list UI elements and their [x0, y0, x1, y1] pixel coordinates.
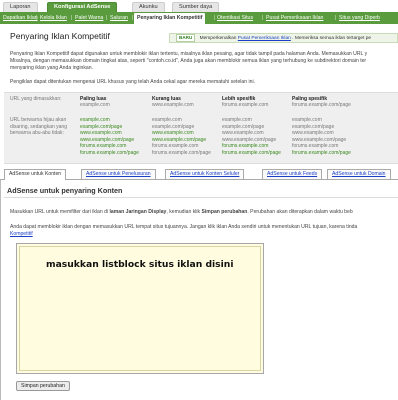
row-label-line: berwarna abu-abu tidak:: [10, 130, 64, 137]
subnav-otentikasi-situs[interactable]: Otentikasi Situs: [217, 12, 253, 24]
warning-line: Anda dapat memblokir iklan dengan memasu…: [10, 224, 358, 230]
example-url: forums.example.com/page: [152, 150, 211, 156]
tab-akunku[interactable]: Akunku: [132, 2, 165, 12]
save-changes-button[interactable]: Simpan perubahan: [16, 381, 70, 391]
example-url: example.com/page: [292, 123, 335, 130]
tab-adsense-konten[interactable]: AdSense untuk Konten: [4, 169, 67, 180]
example-url: www.example.com/page: [152, 136, 207, 143]
instruction-text: Masukkan URL untuk memfilter dari iklan …: [10, 209, 398, 216]
example-url: forums.example.com: [80, 143, 127, 150]
hint-text: Pengiklan dapat ditentukan mengenai URL …: [10, 79, 256, 85]
row-label-entered-url: URL yang dimasukkan:: [10, 96, 62, 102]
subnav-pusat-pemeriksaan-iklan[interactable]: Pusat Pemeriksaan Iklan: [266, 12, 323, 24]
example-url: forums.example.com/page: [80, 150, 139, 156]
example-url: example.com: [292, 117, 322, 123]
new-feature-banner: BARU Memperkenalkan Pusat Pemeriksaan Ik…: [169, 33, 398, 43]
example-url: www.example.com/page: [292, 136, 347, 143]
instruction-bold: laman Jaringan Display: [109, 209, 167, 215]
instruction-part: , kemudian klik: [166, 209, 202, 215]
example-url: www.example.com/page: [80, 136, 135, 143]
example-url: www.example.com: [222, 130, 264, 137]
new-badge: BARU: [176, 34, 196, 42]
subnav-situs-diperbolehkan[interactable]: Situs yang Diperb: [339, 12, 380, 24]
panel-title: AdSense untuk penyaring Konten: [7, 186, 123, 195]
example-url: www.example.com: [292, 130, 334, 137]
banner-text-after: . Memeriksa semua iklan tertarget pe: [292, 36, 372, 41]
subnav-palet-warna[interactable]: Palet Warna: [75, 12, 103, 24]
warning-text: Anda dapat memblokir iklan dengan memasu…: [10, 224, 398, 238]
intro-paragraph: Penyaring Iklan Kompetitif dapat digunak…: [10, 51, 394, 72]
example-url: example.com: [222, 117, 252, 123]
example-url: example.com/page: [222, 123, 265, 130]
example-url: example.com: [152, 117, 182, 123]
column-entered-url: forums.example.com: [222, 102, 269, 108]
instruction-part: . Perubahan akan diterapkan dalam waktu …: [247, 209, 353, 215]
row-label-line: disaring, sedangkan yang: [10, 123, 67, 130]
example-url: www.example.com: [80, 130, 122, 137]
row-label-filter-explain: URL berwarna hijau akan disaring, sedang…: [10, 117, 67, 137]
ad-review-center-link[interactable]: Pusat Pemeriksaan Iklan: [238, 36, 291, 41]
tab-adsense-penelusuran[interactable]: AdSense untuk Penelusuran: [81, 169, 156, 179]
tab-sumber-daya[interactable]: Sumber daya: [172, 2, 220, 12]
example-url: forums.example.com: [152, 143, 199, 150]
top-tab-bar: Laporan Konfigurasi AdSense Akunku Sumbe…: [0, 0, 398, 12]
example-url: example.com: [80, 117, 110, 123]
competitive-filter-link[interactable]: Kompetitif: [10, 231, 398, 238]
page-title: Penyaring Iklan Kompetitif: [10, 31, 110, 41]
banner-text-before: Memperkenalkan: [199, 36, 237, 41]
tab-konfigurasi-adsense[interactable]: Konfigurasi AdSense: [47, 2, 118, 12]
subnav-kelola-iklan[interactable]: Kelola Iklan: [40, 12, 67, 24]
tab-adsense-feeds[interactable]: AdSense untuk Feeds: [262, 169, 323, 179]
intro-line: Misalnya, dengan memasukkan domain tingk…: [10, 58, 367, 64]
intro-line: Penyaring Iklan Kompetitif dapat digunak…: [10, 51, 368, 57]
instruction-part: Masukkan URL untuk memfilter dari iklan …: [10, 209, 110, 215]
row-label-line: URL berwarna hijau akan: [10, 117, 67, 123]
tab-adsense-konten-seluler[interactable]: AdSense untuk Konten Seluler: [165, 169, 245, 179]
tab-laporan[interactable]: Laporan: [3, 2, 38, 12]
sub-navigation: Dapatkan Iklan | Kelola Iklan | Palet Wa…: [0, 12, 398, 24]
example-url: forums.example.com: [292, 143, 339, 150]
example-url: www.example.com: [152, 130, 194, 137]
product-tab-bar: AdSense untuk Konten AdSense untuk Penel…: [0, 168, 398, 180]
annotation-overlay-text: masukkan listblock situs iklan disini: [46, 259, 234, 270]
divider: [4, 197, 398, 198]
subnav-dapatkan-iklan[interactable]: Dapatkan Iklan: [3, 12, 38, 24]
example-url: example.com/page: [80, 123, 123, 130]
column-entered-url: www.example.com: [152, 102, 194, 108]
column-entered-url: example.com: [80, 102, 110, 108]
tab-adsense-domain[interactable]: AdSense untuk Domain: [327, 169, 391, 179]
example-url: forums.example.com: [222, 143, 269, 150]
column-entered-url: forums.example.com/page: [292, 102, 351, 108]
instruction-bold: Simpan perubahan: [201, 209, 248, 215]
example-url: forums.example.com/page: [222, 150, 281, 156]
subnav-saluran[interactable]: Saluran: [110, 12, 128, 24]
subnav-penyaring-iklan-kompetitif[interactable]: Penyaring Iklan Kompetitif: [134, 13, 206, 24]
example-url: example.com/page: [152, 123, 195, 130]
example-url: forums.example.com/page: [292, 150, 351, 156]
intro-line: menyaring iklan yang Anda inginkan.: [10, 65, 93, 71]
example-url: www.example.com/page: [222, 136, 277, 143]
